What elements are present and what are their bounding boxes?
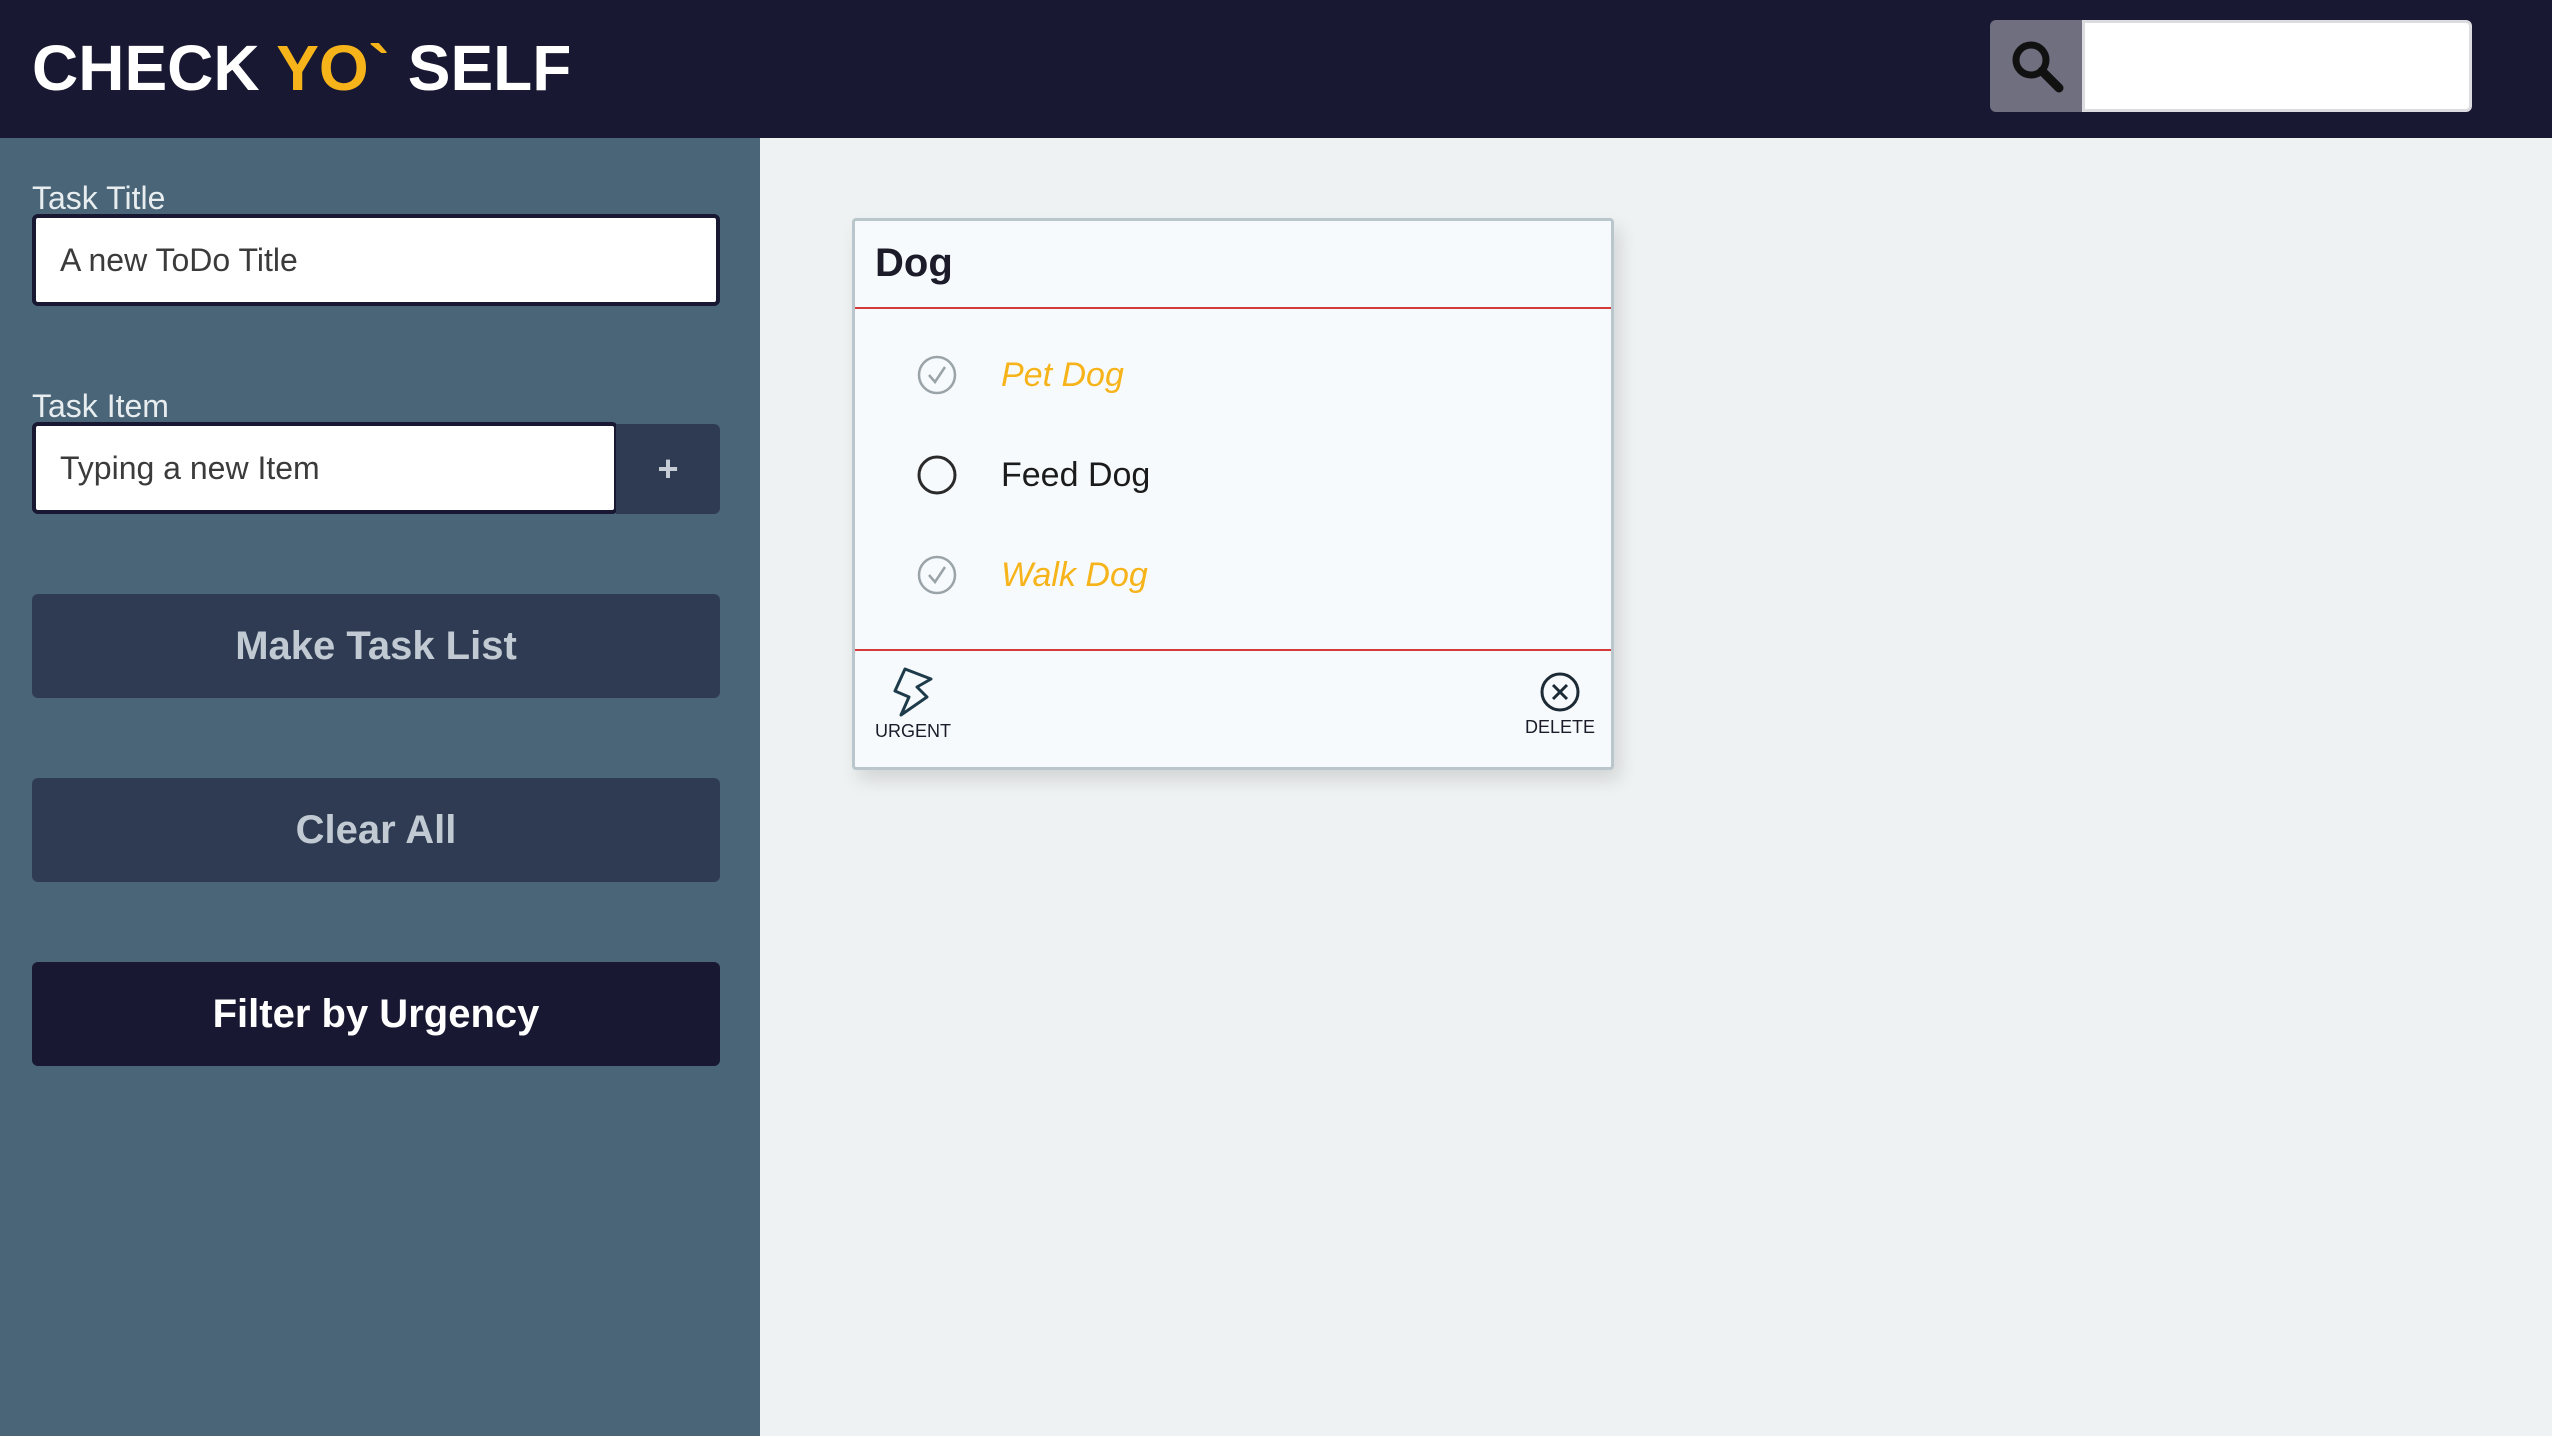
logo-text-check: CHECK: [32, 32, 277, 104]
task-item-text: Pet Dog: [1001, 355, 1124, 394]
task-item-input[interactable]: [32, 422, 618, 514]
search-input[interactable]: [2082, 20, 2472, 112]
logo-text-self: SELF: [389, 32, 572, 104]
delete-label: DELETE: [1524, 717, 1596, 737]
task-item-label: Task Item: [32, 388, 169, 424]
task-item-text: Feed Dog: [1001, 455, 1151, 494]
urgent-button[interactable]: URGENT: [875, 667, 951, 742]
sidebar: Task Title Task Item + Make Task List Cl…: [0, 138, 760, 1436]
filter-urgency-button[interactable]: Filter by Urgency: [32, 962, 720, 1066]
task-card: Dog Pet Dog Feed Dog Walk Dog URGENT DEL…: [852, 218, 1614, 770]
empty-circle-icon[interactable]: [915, 453, 959, 497]
delete-button[interactable]: DELETE: [1525, 671, 1595, 738]
search-button[interactable]: [1990, 20, 2084, 112]
task-title-label: Task Title: [32, 180, 166, 216]
add-item-button[interactable]: +: [616, 424, 720, 514]
checked-circle-icon[interactable]: [915, 353, 959, 397]
logo-text-yo: YO`: [276, 32, 390, 104]
card-bottom-divider: [855, 649, 1611, 651]
app-header: CHECK YO` SELF: [0, 0, 2552, 138]
close-circle-icon: [1540, 672, 1580, 712]
card-top-divider: [855, 307, 1611, 309]
task-item[interactable]: Pet Dog: [915, 345, 1124, 405]
app-logo: CHECK YO` SELF: [32, 30, 571, 106]
task-item[interactable]: Feed Dog: [915, 445, 1150, 505]
task-item-text: Walk Dog: [1001, 555, 1148, 594]
clear-all-button[interactable]: Clear All: [32, 778, 720, 882]
search-icon: [2012, 41, 2064, 93]
urgent-label: URGENT: [875, 721, 951, 741]
card-title: Dog: [875, 241, 953, 285]
task-title-input[interactable]: [32, 214, 720, 306]
task-item[interactable]: Walk Dog: [915, 545, 1148, 605]
checked-circle-icon[interactable]: [915, 553, 959, 597]
make-task-list-button[interactable]: Make Task List: [32, 594, 720, 698]
lightning-icon: [893, 667, 933, 717]
